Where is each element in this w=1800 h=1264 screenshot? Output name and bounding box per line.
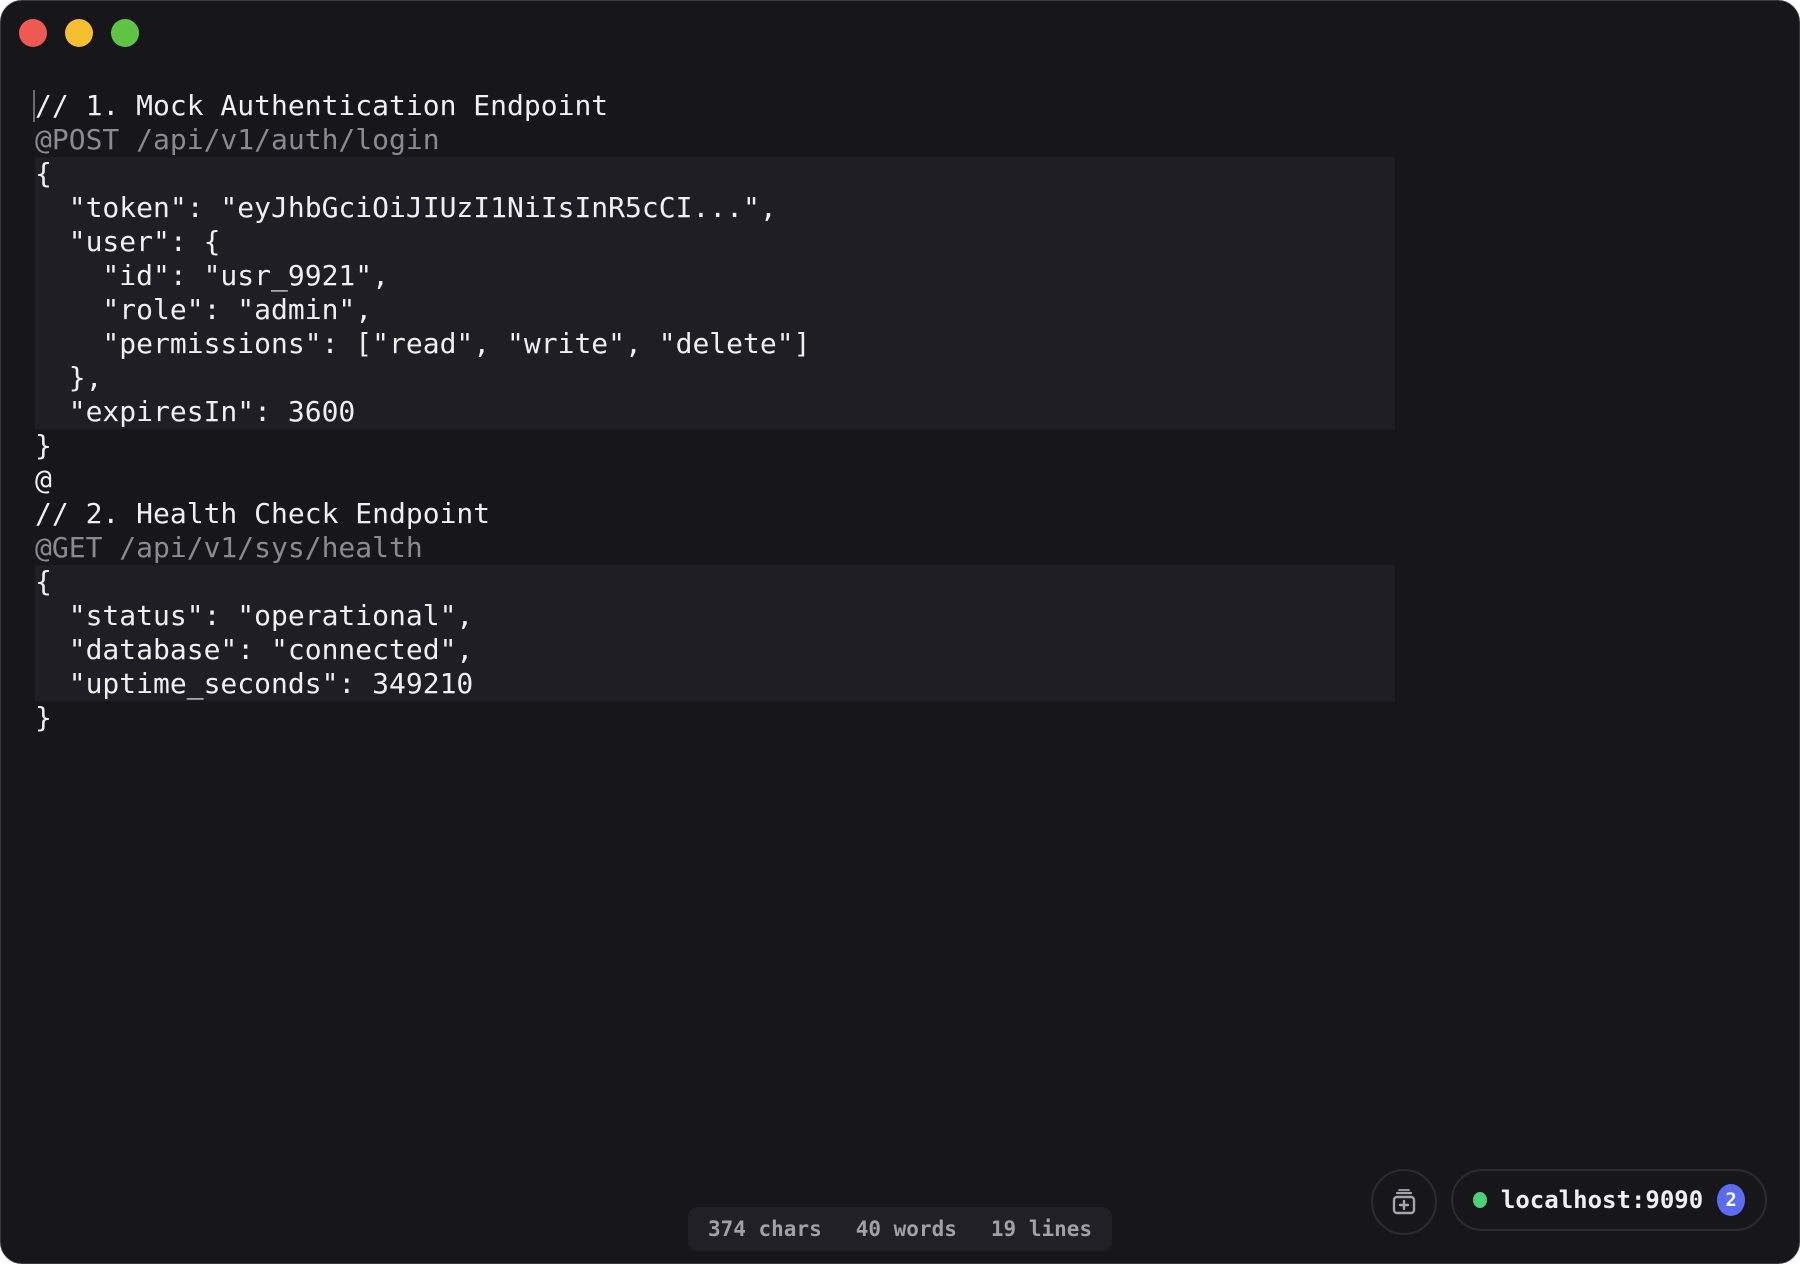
code-line: @	[35, 463, 52, 496]
document-stats: 374 chars 40 words 19 lines	[687, 1207, 1113, 1251]
editor-lines: // 1. Mock Authentication Endpoint @POST …	[35, 89, 1395, 735]
code-line: // 2. Health Check Endpoint	[35, 497, 491, 530]
request-count-badge: 2	[1717, 1184, 1745, 1216]
code-line: "role": "admin",	[35, 293, 1395, 327]
code-line: {	[35, 565, 1395, 599]
text-caret	[33, 90, 35, 122]
new-snippet-icon	[1392, 1189, 1416, 1215]
code-line: }	[35, 429, 52, 462]
close-window-button[interactable]	[19, 19, 47, 47]
minimize-window-button[interactable]	[65, 19, 93, 47]
zoom-window-button[interactable]	[111, 19, 139, 47]
server-address: localhost:9090	[1500, 1186, 1704, 1214]
code-line: "uptime_seconds": 349210	[35, 667, 1395, 701]
code-line: @GET /api/v1/sys/health	[35, 531, 423, 564]
line-count: 19 lines	[990, 1217, 1093, 1241]
server-status-pill[interactable]: localhost:9090 2	[1451, 1169, 1767, 1231]
code-line: @POST /api/v1/auth/login	[35, 123, 440, 156]
code-line: "user": {	[35, 225, 1395, 259]
window-controls	[19, 19, 139, 47]
code-line: "database": "connected",	[35, 633, 1395, 667]
code-line: "status": "operational",	[35, 599, 1395, 633]
code-line: "token": "eyJhbGciOiJIUzI1NiIsInR5cCI...…	[35, 191, 1395, 225]
app-window: // 1. Mock Authentication Endpoint @POST …	[0, 0, 1800, 1264]
code-line: "id": "usr_9921",	[35, 259, 1395, 293]
word-count: 40 words	[855, 1217, 957, 1241]
code-line: {	[35, 157, 1395, 191]
code-line: }	[35, 701, 52, 734]
status-dot	[1473, 1192, 1487, 1208]
new-snippet-button[interactable]	[1371, 1169, 1437, 1235]
code-line: },	[35, 361, 1395, 395]
code-line: // 1. Mock Authentication Endpoint	[35, 89, 609, 122]
char-count: 374 chars	[707, 1217, 822, 1241]
code-line: "permissions": ["read", "write", "delete…	[35, 327, 1395, 361]
editor[interactable]: // 1. Mock Authentication Endpoint @POST …	[33, 89, 1395, 735]
code-line: "expiresIn": 3600	[35, 395, 1395, 429]
